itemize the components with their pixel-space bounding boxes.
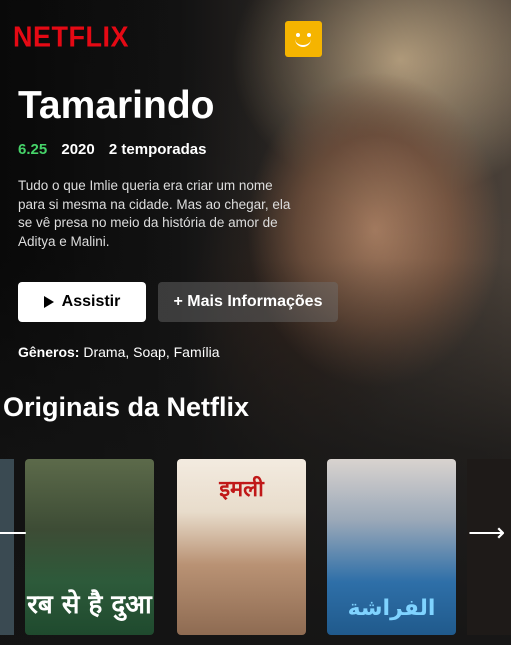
card-caption: الفراشة — [347, 596, 436, 621]
show-seasons: 2 temporadas — [108, 141, 207, 158]
netflix-logo[interactable]: NETFLIX — [13, 21, 129, 54]
play-icon — [43, 296, 54, 308]
arrow-right-icon[interactable]: ⟶ — [468, 517, 505, 548]
row-title: Originais da Netflix — [3, 392, 250, 422]
show-description: Tudo o que Imlie queria era criar um nom… — [18, 178, 291, 249]
show-meta: 6.25 2020 2 temporadas — [18, 141, 216, 158]
title-card[interactable]: रब से है दुआ — [25, 459, 154, 635]
profile-avatar-icon[interactable] — [285, 21, 322, 57]
avatar-eye-left — [296, 33, 300, 37]
arrow-left-icon[interactable]: ⟵ — [0, 517, 27, 548]
play-button-label: Assistir — [61, 293, 121, 310]
genres-label: Gêneros: — [18, 344, 80, 360]
play-button[interactable]: Assistir — [18, 282, 146, 322]
genres-value: Drama, Soap, Família — [83, 344, 220, 360]
title-card[interactable]: الفراشة — [327, 459, 456, 635]
show-year: 2020 — [61, 141, 95, 158]
avatar-smile — [295, 38, 311, 47]
card-caption: इमली — [219, 477, 264, 502]
genres-line: Gêneros: Drama, Soap, Família — [18, 344, 220, 360]
card-caption: रब से है दुआ — [27, 590, 152, 620]
avatar-eye-right — [307, 33, 311, 37]
show-title: Tamarindo — [18, 84, 215, 127]
show-rating: 6.25 — [18, 141, 48, 158]
title-card[interactable]: इमली — [177, 459, 306, 635]
more-info-button[interactable]: + Mais Informações — [158, 282, 338, 322]
